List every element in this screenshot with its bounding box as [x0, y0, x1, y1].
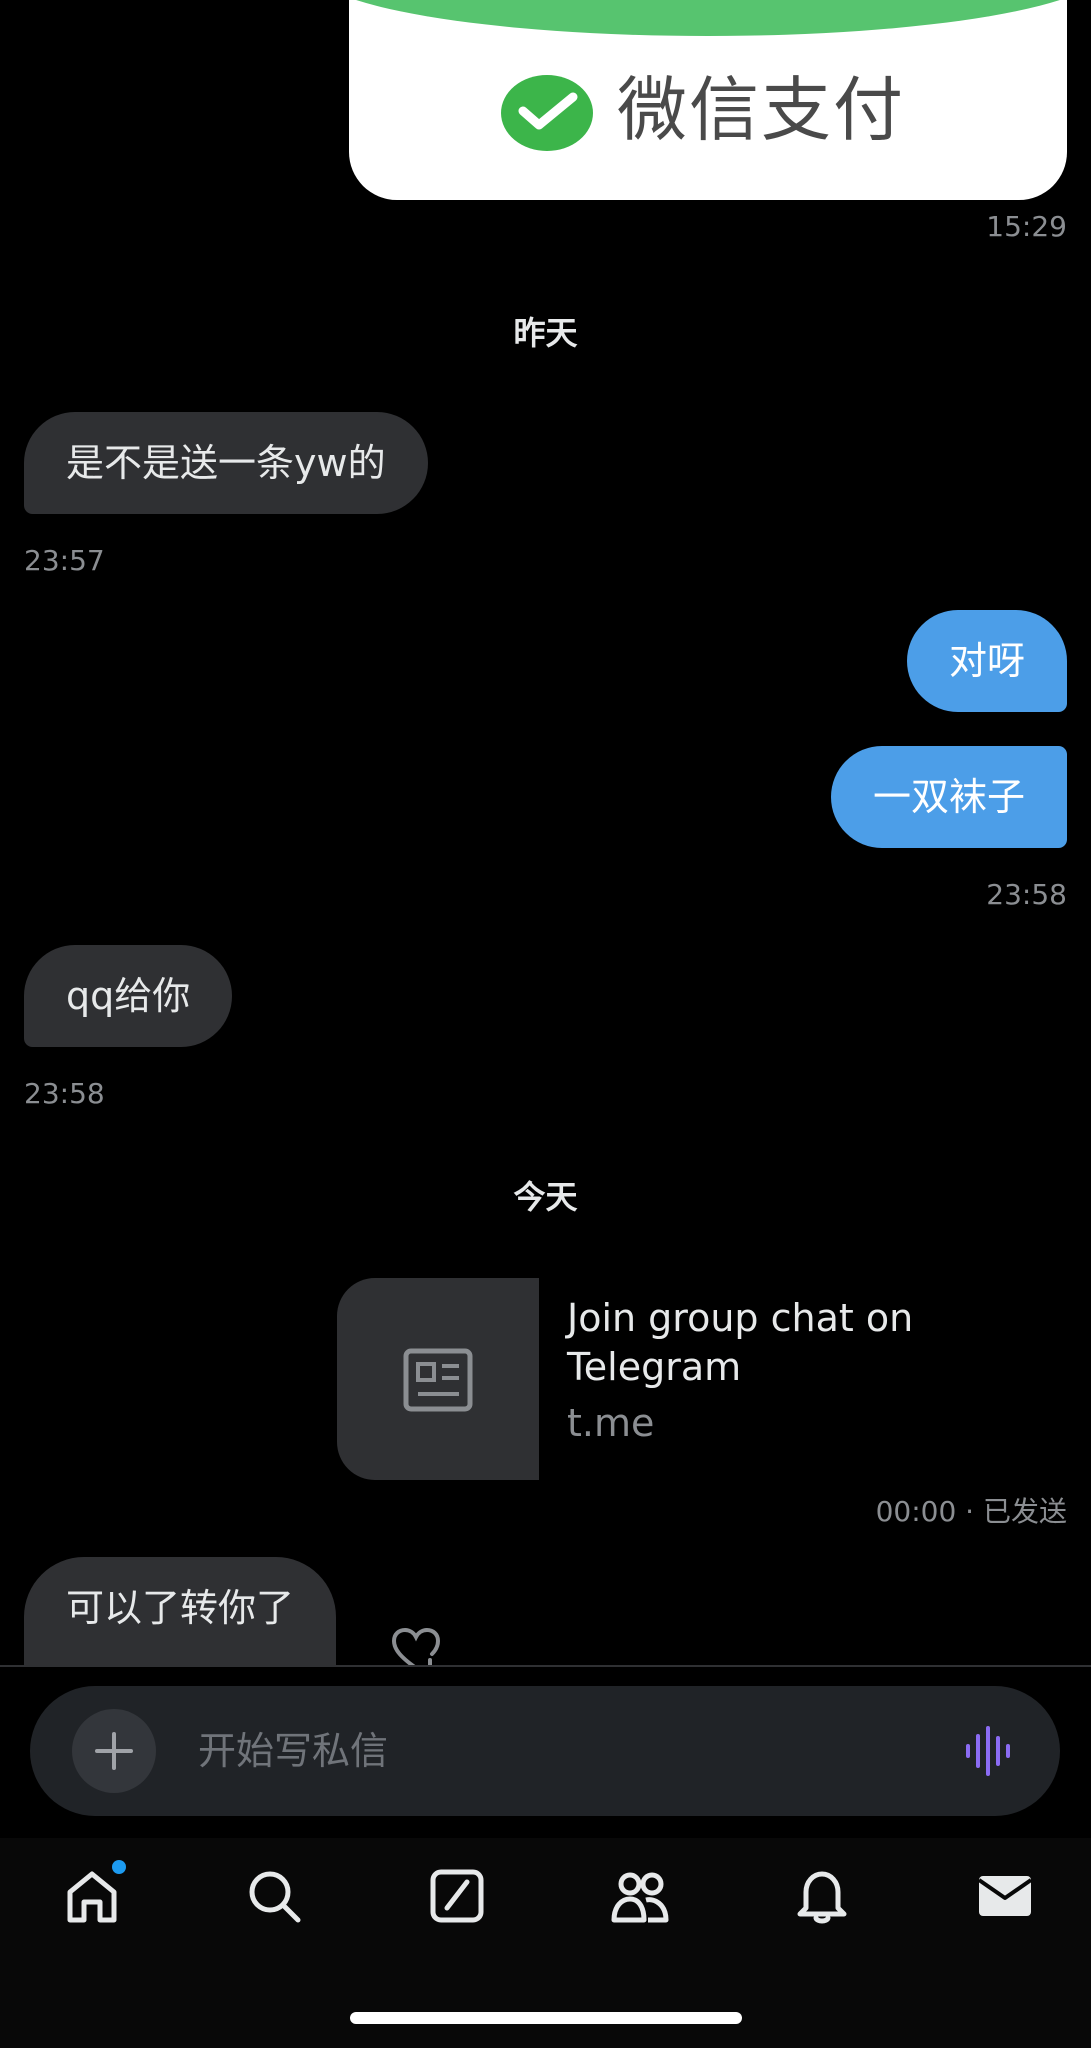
- message-timestamp: 23:58: [24, 1077, 105, 1110]
- message-status: 00:00 · 已发送: [875, 1495, 1067, 1528]
- grok-icon: [430, 1869, 484, 1923]
- article-icon: [403, 1348, 473, 1412]
- nav-item-home[interactable]: [62, 1860, 126, 1926]
- search-icon: [249, 1871, 301, 1923]
- link-domain: t.me: [567, 1401, 655, 1445]
- message-timestamp: 23:58: [986, 878, 1067, 911]
- outgoing-message[interactable]: 一双袜子: [830, 746, 1067, 848]
- voice-wave-icon[interactable]: [964, 1726, 1016, 1776]
- message-input[interactable]: [198, 1724, 918, 1778]
- message-composer: [30, 1686, 1060, 1816]
- link-title: Join group chat on Telegram: [567, 1296, 914, 1389]
- nav-item-search[interactable]: [244, 1866, 304, 1926]
- outgoing-message[interactable]: 对呀: [906, 610, 1067, 712]
- incoming-message[interactable]: qq给你: [24, 945, 233, 1047]
- notification-dot: [112, 1860, 126, 1874]
- wechat-pay-card[interactable]: 微信支付: [349, 0, 1067, 200]
- link-preview-card[interactable]: Join group chat on Telegram t.me: [337, 1278, 1067, 1480]
- pay-card-label: 微信支付: [617, 69, 905, 151]
- composer-divider: [0, 1665, 1091, 1667]
- incoming-message[interactable]: 是不是送一条yw的: [24, 412, 428, 514]
- nav-item-notifications[interactable]: [792, 1866, 852, 1926]
- day-separator: 昨天: [513, 314, 578, 352]
- nav-item-grok[interactable]: [427, 1866, 487, 1926]
- conversation-view[interactable]: 微信支付 15:29 昨天 是不是送一条yw的 23:57 对呀 一双袜子 23…: [0, 0, 1091, 1665]
- add-attachment-button[interactable]: [72, 1709, 156, 1793]
- incoming-message[interactable]: 可以了转你了: [24, 1557, 337, 1665]
- link-thumbnail: [337, 1278, 539, 1480]
- home-icon: [67, 1871, 117, 1923]
- bell-icon: [797, 1871, 847, 1924]
- nav-item-messages[interactable]: [975, 1866, 1035, 1926]
- home-indicator[interactable]: [350, 2012, 742, 2024]
- message-timestamp: 15:29: [986, 210, 1067, 243]
- add-reaction-icon[interactable]: [388, 1622, 444, 1665]
- nav-item-communities[interactable]: [610, 1866, 670, 1926]
- plus-icon: [95, 1732, 133, 1770]
- message-timestamp: 23:57: [24, 544, 105, 577]
- pay-card-band: [349, 0, 1067, 36]
- mail-icon: [977, 1876, 1033, 1916]
- bottom-nav: [0, 1838, 1091, 2048]
- people-icon: [611, 1872, 669, 1923]
- wechat-pay-icon: [501, 75, 593, 151]
- day-separator: 今天: [513, 1178, 578, 1216]
